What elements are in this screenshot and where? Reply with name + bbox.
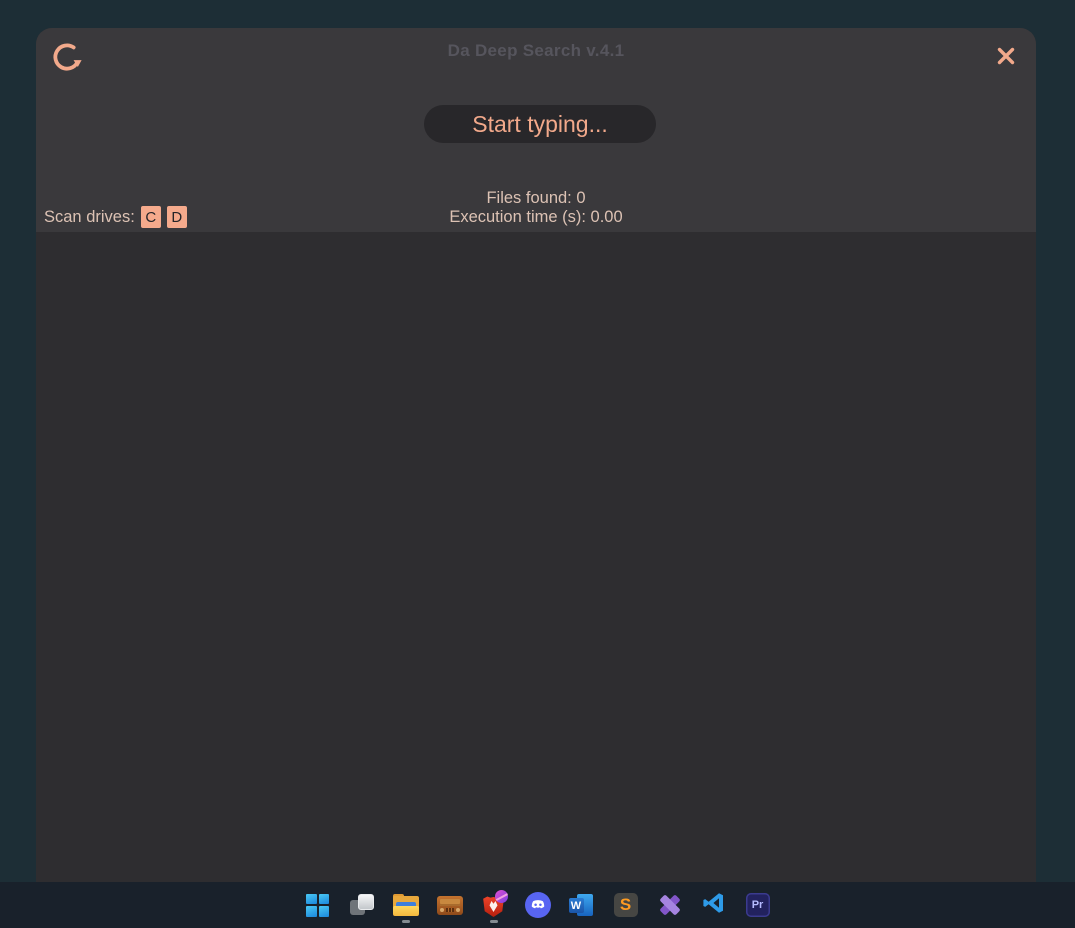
app-header: Da Deep Search v.4.1 Files found: 0 Exec…	[36, 28, 1036, 232]
results-area	[36, 232, 1036, 882]
taskbar-item-discord[interactable]	[525, 884, 551, 926]
task-view-front-card	[358, 894, 374, 910]
taskbar-item-file-explorer[interactable]	[393, 884, 419, 926]
taskbar-item-word[interactable]: W	[569, 884, 595, 926]
taskbar-item-brave[interactable]	[481, 884, 507, 926]
taskbar-item-vscode[interactable]	[701, 884, 727, 926]
search-input[interactable]	[424, 105, 656, 143]
close-button[interactable]	[992, 42, 1020, 70]
taskbar-item-task-view[interactable]	[349, 884, 375, 926]
scan-drives-row: Scan drives: C D	[44, 205, 187, 229]
drive-c-button[interactable]: C	[141, 206, 161, 228]
brave-browser-icon	[482, 892, 506, 918]
taskbar-item-start[interactable]	[305, 884, 331, 926]
folder-front	[393, 906, 419, 916]
word-letter: W	[571, 900, 581, 912]
running-indicator	[402, 920, 410, 923]
taskbar: W S Pr	[0, 882, 1075, 928]
app-window: Da Deep Search v.4.1 Files found: 0 Exec…	[36, 28, 1036, 882]
close-icon	[992, 58, 1020, 73]
drive-d-button[interactable]: D	[167, 206, 187, 228]
visual-studio-icon	[657, 892, 683, 918]
radio-player-icon	[437, 896, 463, 915]
task-view-icon	[350, 893, 374, 917]
word-letter-box: W	[569, 898, 584, 913]
discord-icon	[525, 892, 551, 918]
taskbar-item-radio-player[interactable]	[437, 884, 463, 926]
sublime-letter: S	[620, 895, 631, 915]
radio-knob	[440, 908, 444, 912]
radio-knob	[456, 908, 460, 912]
radio-screen	[440, 899, 460, 906]
sublime-text-icon: S	[614, 893, 638, 917]
radio-keys	[446, 908, 454, 912]
taskbar-item-sublime[interactable]: S	[613, 884, 639, 926]
running-indicator	[490, 920, 498, 923]
file-explorer-icon	[393, 894, 419, 916]
windows-start-icon	[306, 894, 329, 917]
brave-badge	[495, 890, 508, 903]
taskbar-item-premiere[interactable]: Pr	[745, 884, 771, 926]
vscode-icon	[701, 890, 727, 921]
premiere-pro-icon: Pr	[746, 893, 770, 917]
window-title: Da Deep Search v.4.1	[36, 41, 1036, 61]
refresh-icon	[49, 63, 85, 78]
premiere-letters: Pr	[752, 899, 764, 911]
scan-drives-label: Scan drives:	[44, 208, 135, 227]
word-icon: W	[569, 893, 595, 917]
taskbar-item-visual-studio[interactable]	[657, 884, 683, 926]
